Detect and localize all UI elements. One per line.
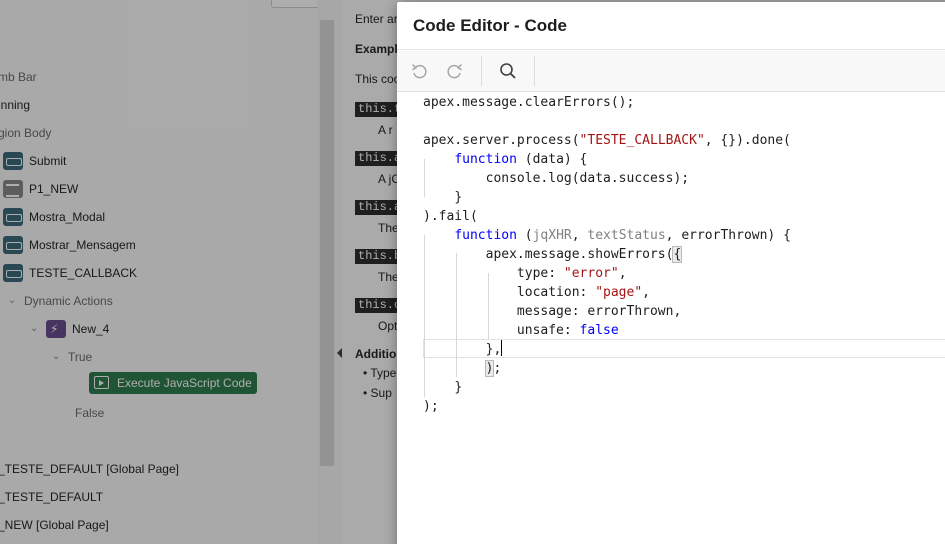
code-line-11: location: "page", [516,285,650,300]
code-line-9: apex.message.showErrors({ [485,246,683,263]
code-line-14: }, [485,340,503,357]
code-editor[interactable]: apex.message.clearErrors(); apex.server.… [397,93,945,544]
code-line-8: function (jqXHR, textStatus, errorThrown… [454,228,791,243]
code-line-16: } [454,380,463,395]
undo-icon [411,63,427,79]
code-line-12: message: errorThrown, [516,304,682,319]
search-icon [500,63,516,79]
toolbar-divider [534,56,535,86]
code-line-5: console.log(data.success); [485,171,690,186]
code-line-4: function (data) { [454,152,588,167]
code-line-15: ); [484,360,502,377]
code-line-1: apex.message.clearErrors(); [423,95,635,110]
code-line-17: ); [423,399,439,414]
dialog-title: Code Editor - Code [413,16,567,35]
dialog-header: Code Editor - Code [397,2,945,50]
code-line-7: ).fail( [423,209,478,224]
code-line-10: type: "error", [516,266,627,281]
undo-button[interactable] [405,58,433,84]
redo-button[interactable] [441,58,469,84]
editor-toolbar [397,51,945,92]
text-cursor [501,340,503,356]
search-button[interactable] [494,58,522,84]
code-editor-dialog: Code Editor - Code apex.message.clearErr… [397,2,945,544]
code-line-6: } [454,190,463,205]
code-line-3: apex.server.process("TESTE_CALLBACK", {}… [423,133,791,148]
toolbar-divider [481,56,482,86]
redo-icon [447,63,463,79]
code-line-13: unsafe: false [516,323,619,338]
